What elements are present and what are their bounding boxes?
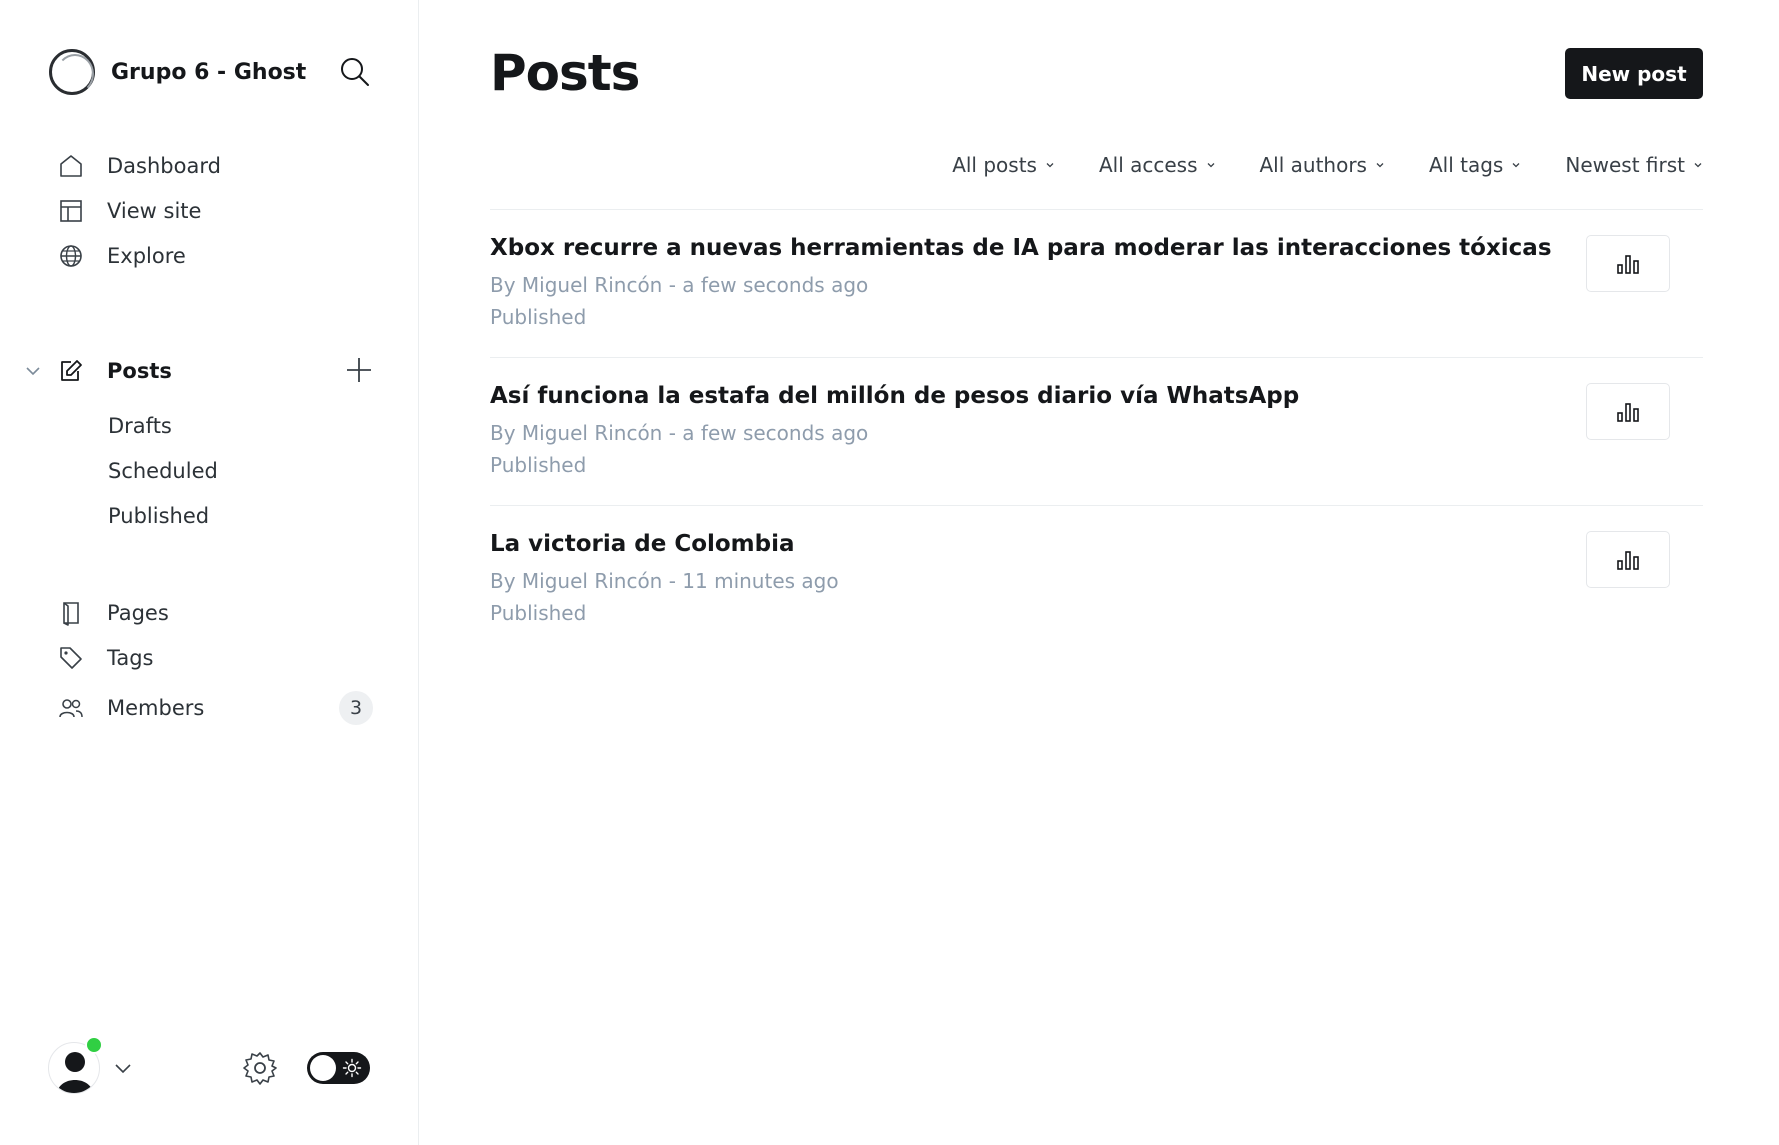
filter-tags[interactable]: All tags: [1429, 153, 1521, 177]
nav-pages-label: Pages: [107, 601, 169, 625]
filter-authors-label: All authors: [1259, 153, 1367, 177]
post-status: Published: [490, 305, 587, 329]
chevron-down-icon: [1694, 163, 1702, 168]
tag-icon: [57, 644, 85, 672]
nav-members[interactable]: Members: [57, 690, 204, 726]
post-analytics-button[interactable]: [1586, 235, 1670, 292]
nav-published[interactable]: Published: [108, 504, 209, 528]
nav-posts-label: Posts: [107, 359, 172, 383]
nav-drafts[interactable]: Drafts: [108, 414, 172, 438]
page-title: Posts: [490, 44, 640, 102]
chevron-down-icon[interactable]: [22, 360, 44, 382]
search-icon[interactable]: [338, 55, 372, 89]
nav-explore[interactable]: Explore: [57, 238, 186, 274]
post-status: Published: [490, 453, 587, 477]
chevron-down-icon: [1376, 163, 1384, 168]
sidebar: Grupo 6 - Ghost ... Dashboard View site …: [0, 0, 419, 1145]
nav-scheduled[interactable]: Scheduled: [108, 459, 218, 483]
filter-tags-label: All tags: [1428, 153, 1504, 177]
post-meta: By Miguel Rincón - a few seconds ago: [490, 273, 869, 297]
nav-tags-label: Tags: [107, 646, 154, 670]
site-header: Grupo 6 - Ghost ...: [49, 48, 372, 96]
nav-dashboard[interactable]: Dashboard: [57, 148, 221, 184]
nav-members-label: Members: [107, 696, 205, 720]
filter-bar: All posts All access All authors All tag…: [952, 153, 1703, 177]
post-analytics-button[interactable]: [1586, 531, 1670, 588]
nav-dashboard-label: Dashboard: [107, 154, 221, 178]
chevron-down-icon: [1046, 163, 1054, 168]
post-analytics-button[interactable]: [1586, 383, 1670, 440]
filter-sort-label: Newest first: [1565, 153, 1685, 177]
gear-icon[interactable]: [241, 1049, 279, 1087]
bar-chart-icon: [1617, 550, 1639, 570]
nav-view-site[interactable]: View site: [57, 193, 201, 229]
filter-type-label: All posts: [952, 153, 1037, 177]
site-logo[interactable]: [49, 49, 95, 95]
filter-access-label: All access: [1098, 153, 1198, 177]
home-icon: [57, 152, 85, 180]
nav-view-site-label: View site: [107, 199, 202, 223]
bar-chart-icon: [1617, 402, 1639, 422]
nav-pages[interactable]: Pages: [57, 595, 169, 631]
new-post-plus-icon[interactable]: [344, 355, 374, 385]
post-title[interactable]: La victoria de Colombia: [490, 531, 795, 557]
members-count-badge: 3: [339, 691, 373, 725]
filter-access[interactable]: All access: [1099, 153, 1216, 177]
post-meta: By Miguel Rincón - a few seconds ago: [490, 421, 869, 445]
bar-chart-icon: [1617, 254, 1639, 274]
post-row[interactable]: Así funciona la estafa del millón de pes…: [490, 357, 1703, 505]
members-icon: [57, 694, 85, 722]
globe-icon: [57, 242, 85, 270]
post-title[interactable]: Xbox recurre a nuevas herramientas de IA…: [490, 235, 1552, 261]
post-row[interactable]: La victoria de Colombia By Miguel Rincón…: [490, 505, 1703, 653]
chevron-down-icon: [1512, 163, 1520, 168]
filter-authors[interactable]: All authors: [1260, 153, 1385, 177]
toggle-knob: [310, 1055, 336, 1081]
nav-explore-label: Explore: [107, 244, 186, 268]
page-icon: [57, 599, 85, 627]
edit-icon: [57, 357, 85, 385]
post-list: Xbox recurre a nuevas herramientas de IA…: [490, 209, 1703, 653]
main-content: Posts New post All posts All access All …: [419, 0, 1779, 1145]
online-status-dot: [85, 1036, 103, 1054]
theme-toggle[interactable]: [307, 1052, 370, 1084]
chevron-down-icon: [115, 1064, 131, 1074]
layout-icon: [57, 197, 85, 225]
post-meta: By Miguel Rincón - 11 minutes ago: [490, 569, 839, 593]
chevron-down-icon: [1207, 163, 1214, 168]
post-row[interactable]: Xbox recurre a nuevas herramientas de IA…: [490, 209, 1703, 357]
post-status: Published: [490, 601, 587, 625]
filter-sort[interactable]: Newest first: [1565, 153, 1703, 177]
nav-posts[interactable]: Posts: [57, 353, 172, 389]
nav-tags[interactable]: Tags: [57, 640, 154, 676]
new-post-button[interactable]: New post: [1565, 48, 1703, 99]
post-title[interactable]: Así funciona la estafa del millón de pes…: [490, 383, 1299, 409]
filter-type[interactable]: All posts: [952, 153, 1055, 177]
site-title[interactable]: Grupo 6 - Ghost ...: [111, 60, 314, 85]
sun-icon: [342, 1058, 362, 1078]
